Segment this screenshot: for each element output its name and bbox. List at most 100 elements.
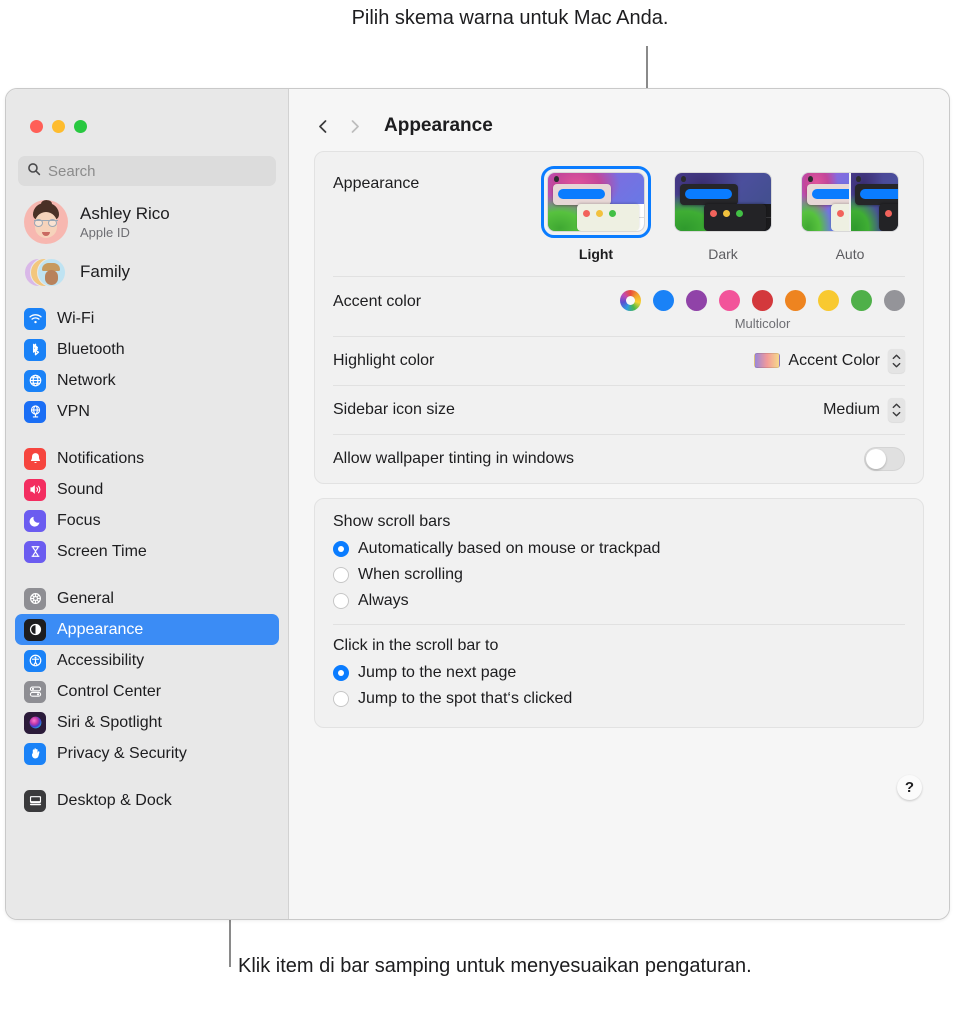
sidebar-item-vpn[interactable]: VPN <box>15 396 279 427</box>
theme-option-auto[interactable]: Auto <box>795 166 905 262</box>
radio-button[interactable] <box>333 665 349 681</box>
accent-color-label: Accent color <box>333 293 422 310</box>
sidebar-item-label: Appearance <box>57 620 144 638</box>
accent-swatch-yellow[interactable] <box>818 290 839 311</box>
sidebar-item-accessibility[interactable]: Accessibility <box>15 645 279 676</box>
accent-swatch-multicolor[interactable] <box>620 290 641 311</box>
sidebar-item-label: Privacy & Security <box>57 744 187 762</box>
radio-button[interactable] <box>333 567 349 583</box>
sidebar-item-label: Siri & Spotlight <box>57 713 162 731</box>
accent-swatch-blue[interactable] <box>653 290 674 311</box>
sidebar-item-family[interactable]: Family <box>6 244 288 290</box>
theme-option-light[interactable]: Light <box>541 166 651 262</box>
vpn-globe-icon <box>24 400 46 423</box>
gear-icon <box>24 587 46 610</box>
radio-option[interactable]: When scrolling <box>333 562 905 588</box>
radio-button[interactable] <box>333 691 349 707</box>
radio-button[interactable] <box>333 541 349 557</box>
accessibility-icon <box>24 649 46 672</box>
globe-icon <box>24 369 46 392</box>
avatar <box>24 200 68 244</box>
accent-swatch-purple[interactable] <box>686 290 707 311</box>
theme-option-dark[interactable]: Dark <box>668 166 778 262</box>
sidebar-item-screen-time[interactable]: Screen Time <box>15 536 279 567</box>
search-field[interactable] <box>18 156 276 186</box>
sidebar-icon-size-value: Medium <box>823 400 880 418</box>
sidebar-item-network[interactable]: Network <box>15 365 279 396</box>
nav-group-separator <box>6 427 288 443</box>
sidebar-item-appearance[interactable]: Appearance <box>15 614 279 645</box>
nav-group-separator <box>6 769 288 785</box>
theme-label: Dark <box>708 246 738 262</box>
sidebar-item-control-center[interactable]: Control Center <box>15 676 279 707</box>
toolbar: Appearance <box>289 89 949 137</box>
sidebar-item-focus[interactable]: Focus <box>15 505 279 536</box>
sidebar-item-label: Family <box>80 262 131 281</box>
highlight-color-label: Highlight color <box>333 351 435 369</box>
radio-option[interactable]: Jump to the next page <box>333 660 905 686</box>
sidebar-item-bluetooth[interactable]: Bluetooth <box>15 334 279 365</box>
theme-label: Light <box>578 246 614 262</box>
close-button[interactable] <box>30 120 43 133</box>
scroll-bars-card: Show scroll bars Automatically based on … <box>314 498 924 728</box>
sidebar-item-privacy-security[interactable]: Privacy & Security <box>15 738 279 769</box>
desktop-dock-icon <box>24 789 46 812</box>
sidebar-item-notifications[interactable]: Notifications <box>15 443 279 474</box>
accent-swatch-red[interactable] <box>752 290 773 311</box>
back-button[interactable] <box>315 118 332 135</box>
highlight-color-popup[interactable]: Accent Color <box>754 348 905 373</box>
click-scroll-bar-radio-group: Jump to the next page Jump to the spot th… <box>333 660 905 712</box>
radio-label: Always <box>358 592 409 609</box>
highlight-color-row: Highlight color Accent Color <box>315 336 923 385</box>
zoom-button[interactable] <box>74 120 87 133</box>
wallpaper-tinting-row: Allow wallpaper tinting in windows <box>315 434 923 483</box>
accent-swatch-green[interactable] <box>851 290 872 311</box>
wallpaper-tinting-label: Allow wallpaper tinting in windows <box>333 449 575 467</box>
sidebar-item-label: Network <box>57 371 116 389</box>
theme-thumbnail-auto <box>802 173 898 231</box>
accent-swatch-orange[interactable] <box>785 290 806 311</box>
callout-bottom-text: Klik item di bar samping untuk menyesuai… <box>238 955 752 977</box>
chevron-updown-icon[interactable] <box>888 397 905 422</box>
accent-color-swatches <box>620 290 905 311</box>
sidebar-item-sound[interactable]: Sound <box>15 474 279 505</box>
radio-button[interactable] <box>333 593 349 609</box>
gradient-chip-icon <box>754 353 781 368</box>
sidebar-item-label: Focus <box>57 511 101 529</box>
account-subtitle: Apple ID <box>80 225 130 240</box>
theme-thumbnail-light <box>548 173 644 231</box>
show-scroll-bars-label: Show scroll bars <box>333 513 451 530</box>
siri-icon <box>24 711 46 734</box>
apple-id-account-row[interactable]: Ashley Rico Apple ID <box>6 186 288 244</box>
forward-button[interactable] <box>346 118 363 135</box>
accent-swatch-graphite[interactable] <box>884 290 905 311</box>
help-button[interactable]: ? <box>897 775 922 800</box>
content-pane: Appearance Appearance Light Dark Auto Ac… <box>289 89 949 919</box>
sidebar-item-general[interactable]: General <box>15 583 279 614</box>
show-scroll-bars-radio-group: Automatically based on mouse or trackpad… <box>333 536 905 614</box>
radio-option[interactable]: Always <box>333 588 905 614</box>
sidebar-icon-size-popup[interactable]: Medium <box>823 397 905 422</box>
wallpaper-tinting-toggle[interactable] <box>864 446 905 471</box>
radio-label: Automatically based on mouse or trackpad <box>358 540 661 557</box>
bluetooth-icon <box>24 338 46 361</box>
speaker-icon <box>24 478 46 501</box>
sidebar-item-desktop-dock[interactable]: Desktop & Dock <box>15 785 279 816</box>
highlight-color-value: Accent Color <box>788 351 880 369</box>
radio-option[interactable]: Jump to the spot that‘s clicked <box>333 686 905 712</box>
search-input[interactable] <box>48 162 267 180</box>
accent-swatch-pink[interactable] <box>719 290 740 311</box>
minimize-button[interactable] <box>52 120 65 133</box>
radio-option[interactable]: Automatically based on mouse or trackpad <box>333 536 905 562</box>
chevron-updown-icon[interactable] <box>888 348 905 373</box>
sidebar-item-label: VPN <box>57 402 90 420</box>
sidebar-item-wi-fi[interactable]: Wi-Fi <box>15 303 279 334</box>
sidebar-item-label: Control Center <box>57 682 162 700</box>
sidebar-icon-size-row: Sidebar icon size Medium <box>315 385 923 434</box>
appearance-theme-picker: Light Dark Auto <box>541 166 905 262</box>
radio-label: Jump to the spot that‘s clicked <box>358 690 573 707</box>
wifi-icon <box>24 307 46 330</box>
sidebar-item-siri-spotlight[interactable]: Siri & Spotlight <box>15 707 279 738</box>
window-controls <box>6 89 288 133</box>
sidebar-icon-size-label: Sidebar icon size <box>333 400 455 418</box>
